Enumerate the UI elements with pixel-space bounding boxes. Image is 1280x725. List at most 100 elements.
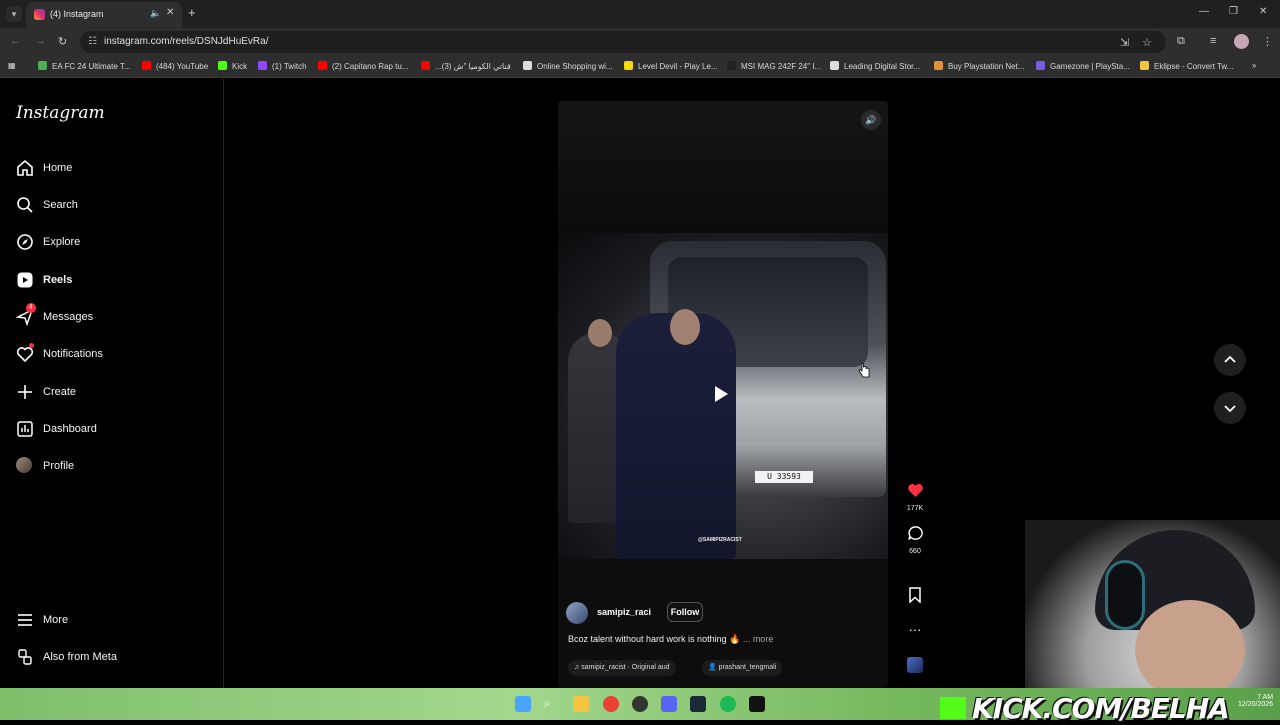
bookmark-favicon-icon bbox=[142, 61, 151, 70]
media-icon[interactable]: ≡ bbox=[1210, 35, 1216, 47]
instagram-favicon-icon bbox=[34, 9, 45, 20]
kick-logo-icon bbox=[940, 697, 966, 719]
site-info-icon[interactable]: ☷ bbox=[88, 36, 97, 47]
comment-icon[interactable] bbox=[907, 525, 924, 541]
player-head bbox=[670, 309, 700, 345]
author-avatar[interactable] bbox=[566, 602, 588, 624]
avatar bbox=[16, 457, 32, 473]
bookmark-favicon-icon bbox=[830, 61, 839, 70]
follow-button[interactable]: Follow bbox=[667, 602, 703, 622]
bookmark-item[interactable]: EA FC 24 Ultimate T... bbox=[38, 61, 131, 73]
bookmark-item[interactable]: (1) Twitch bbox=[258, 61, 307, 73]
instagram-logo[interactable]: Instagram bbox=[16, 103, 105, 123]
bookmark-favicon-icon bbox=[727, 61, 736, 70]
omnibox[interactable]: ☷ instagram.com/reels/DSNJdHuEvRa/ ⇲ ☆ bbox=[80, 31, 1166, 53]
sidebar-item-home[interactable]: Home bbox=[16, 157, 206, 181]
reel-video[interactable]: U 33593 @SAMIPIZRACIST bbox=[558, 233, 888, 559]
bookmark-item[interactable]: (2) Capitano Rap tu... bbox=[318, 61, 408, 73]
bus-plate: U 33593 bbox=[755, 471, 813, 483]
notification-dot bbox=[29, 343, 34, 348]
sidebar-item-meta[interactable]: Also from Meta bbox=[16, 646, 206, 670]
sidebar-item-label: Messages bbox=[43, 311, 94, 323]
bookmarks-overflow-icon[interactable]: » bbox=[1252, 61, 1256, 73]
taskbar-clock[interactable]: 7 AM 12/20/2026 bbox=[1238, 694, 1273, 708]
windows-start-icon[interactable] bbox=[515, 696, 531, 712]
bookmark-favicon-icon bbox=[258, 61, 267, 70]
tab-search-icon[interactable]: ▾ bbox=[6, 6, 22, 22]
sidebar-item-reels[interactable]: Reels bbox=[16, 269, 206, 293]
back-icon[interactable]: ← bbox=[10, 35, 21, 47]
sidebar-item-label: More bbox=[43, 614, 69, 626]
tagged-user-chip[interactable]: 👤 prashant_tengmali bbox=[702, 660, 783, 676]
bookmark-item[interactable]: Gamezone | PlaySta... bbox=[1036, 61, 1130, 73]
like-action[interactable]: 177K bbox=[900, 482, 930, 512]
forward-icon[interactable]: → bbox=[35, 35, 46, 47]
bookmark-item[interactable]: Leading Digital Stor... bbox=[830, 61, 920, 73]
caption-more-link[interactable]: ... more bbox=[743, 634, 774, 644]
reel-card[interactable]: 🔊 U 33593 @SAMIPIZRACIST samipiz_raci Fo… bbox=[558, 101, 888, 688]
reload-icon[interactable]: ↻ bbox=[58, 35, 67, 48]
next-reel-button[interactable] bbox=[1214, 392, 1246, 424]
bookmark-item[interactable]: Kick bbox=[218, 61, 247, 73]
discord-icon[interactable] bbox=[661, 696, 677, 712]
sidebar-item-search[interactable]: Search bbox=[16, 194, 206, 218]
browser-tab[interactable]: (4) Instagram 🔈 ✕ bbox=[26, 2, 182, 28]
chrome-icon[interactable] bbox=[603, 696, 619, 712]
more-options-icon[interactable]: ··· bbox=[900, 622, 930, 637]
sidebar-item-dashboard[interactable]: Dashboard bbox=[16, 418, 206, 442]
sidebar-item-profile[interactable]: Profile bbox=[16, 455, 206, 479]
bookmark-item[interactable]: Online Shopping wi... bbox=[523, 61, 613, 73]
bookmark-item[interactable]: ...قناتي الكوميا "ش (3) bbox=[421, 61, 511, 73]
save-action[interactable] bbox=[900, 587, 930, 608]
audio-chip[interactable]: ♫ samipiz_racist · Original aud bbox=[568, 660, 676, 676]
taskbar-search-icon[interactable]: ⌕ bbox=[544, 696, 560, 712]
install-icon[interactable]: ⇲ bbox=[1120, 36, 1129, 49]
tab-close-icon[interactable]: ✕ bbox=[166, 7, 174, 18]
file-explorer-icon[interactable] bbox=[573, 696, 589, 712]
spotify-icon[interactable] bbox=[720, 696, 736, 712]
bookmark-item[interactable]: MSI MAG 242F 24" I... bbox=[727, 61, 821, 73]
extensions-icon[interactable]: ⧉ bbox=[1177, 35, 1185, 48]
obs-icon[interactable] bbox=[632, 696, 648, 712]
sidebar-item-label: Home bbox=[43, 162, 73, 174]
author-name[interactable]: samipiz_raci bbox=[597, 607, 651, 617]
reel-info: samipiz_raci Follow Bcoz talent without … bbox=[558, 599, 888, 688]
sidebar-item-label: Explore bbox=[43, 236, 81, 248]
volume-icon[interactable]: 🔊 bbox=[861, 110, 881, 130]
sidebar-item-messages[interactable]: 4 Messages bbox=[16, 303, 206, 330]
profile-avatar[interactable] bbox=[1234, 34, 1249, 49]
bookmark-favicon-icon bbox=[1140, 61, 1149, 70]
terminal-icon[interactable] bbox=[749, 696, 765, 712]
bodyguard-head bbox=[588, 319, 612, 347]
minimize-icon[interactable]: — bbox=[1199, 6, 1209, 17]
bookmark-item[interactable]: Eklipse - Convert Tw... bbox=[1140, 61, 1233, 73]
play-icon[interactable] bbox=[715, 386, 728, 402]
comment-action[interactable]: 660 bbox=[900, 525, 930, 555]
hamburger-icon bbox=[18, 614, 32, 626]
url-text[interactable]: instagram.com/reels/DSNJdHuEvRa/ bbox=[104, 36, 269, 47]
tab-speaker-icon[interactable]: 🔈 bbox=[150, 8, 161, 19]
sidebar-item-explore[interactable]: Explore bbox=[16, 231, 206, 255]
bookmark-item[interactable]: Level Devil - Play Le... bbox=[624, 61, 718, 73]
new-tab-icon[interactable]: + bbox=[188, 5, 196, 20]
steam-icon[interactable] bbox=[690, 696, 706, 712]
bookmark-item[interactable]: Buy Playstation Net... bbox=[934, 61, 1024, 73]
messages-badge: 4 bbox=[26, 303, 36, 313]
reel-top-area bbox=[558, 101, 888, 233]
apps-icon[interactable]: ▦ bbox=[8, 61, 16, 73]
sidebar-item-notifications[interactable]: Notifications bbox=[16, 343, 206, 367]
sidebar-item-create[interactable]: Create bbox=[16, 381, 206, 405]
bookmark-item[interactable]: (484) YouTube bbox=[142, 61, 208, 73]
window-close-icon[interactable]: ✕ bbox=[1259, 6, 1267, 17]
sidebar-item-more[interactable]: More bbox=[16, 609, 206, 633]
audio-thumbnail[interactable] bbox=[907, 657, 923, 673]
menu-icon[interactable]: ⋮ bbox=[1262, 35, 1273, 48]
maximize-icon[interactable]: ❐ bbox=[1229, 6, 1238, 17]
bookmark-icon[interactable] bbox=[908, 587, 922, 604]
previous-reel-button[interactable] bbox=[1214, 344, 1246, 376]
sidebar-item-label: Search bbox=[43, 199, 78, 211]
bookmark-label: (484) YouTube bbox=[156, 62, 209, 71]
bookmark-star-icon[interactable]: ☆ bbox=[1142, 36, 1152, 49]
player-figure bbox=[616, 313, 736, 559]
heart-filled-icon[interactable] bbox=[907, 482, 924, 498]
